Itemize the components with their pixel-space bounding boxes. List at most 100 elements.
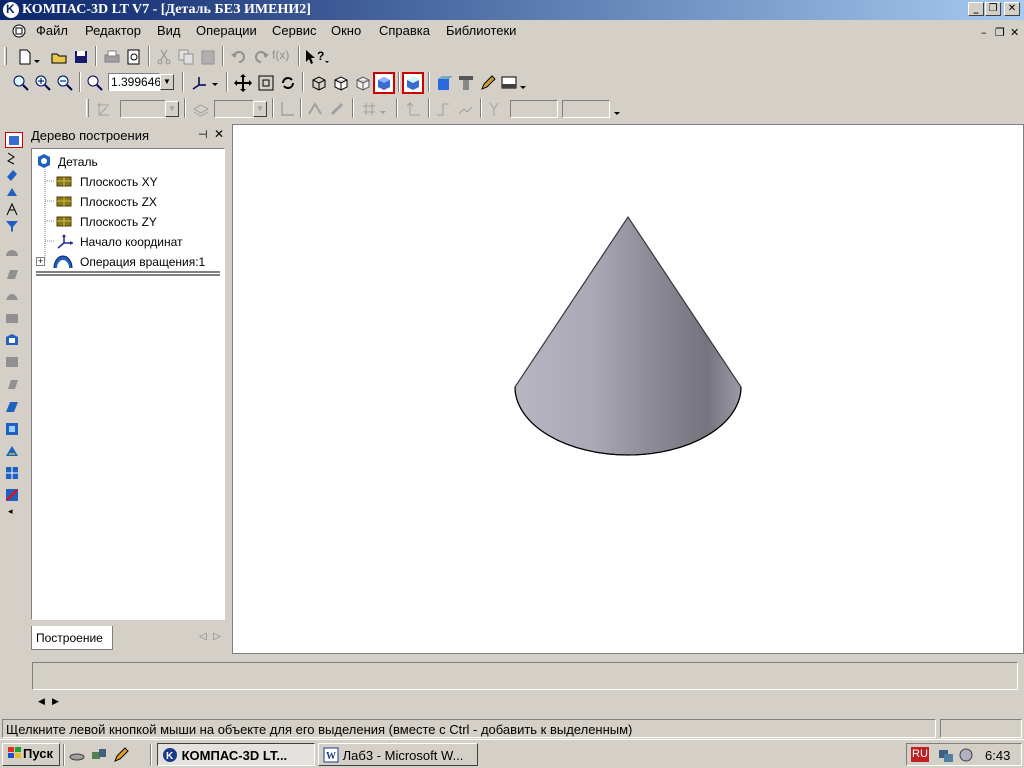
tree-node-plane-xy[interactable]: Плоскость XY <box>56 173 196 191</box>
tool-filter-icon[interactable] <box>4 218 20 234</box>
grid-icon[interactable] <box>360 100 386 118</box>
tool-loft-icon[interactable] <box>4 310 20 326</box>
tool-fillet-icon[interactable] <box>4 354 20 370</box>
print-icon[interactable] <box>103 48 121 66</box>
snap-icon[interactable] <box>94 100 112 118</box>
minimize-button[interactable]: _ <box>968 2 984 16</box>
mdi-restore-button[interactable]: ❐ <box>995 26 1005 39</box>
layer-field[interactable] <box>120 100 166 118</box>
pan-icon[interactable] <box>234 74 252 92</box>
tool-dimensions-icon[interactable] <box>4 167 20 183</box>
zoom-window-icon[interactable] <box>12 74 30 92</box>
tool-chamfer-icon[interactable] <box>4 376 20 392</box>
style-dropdown[interactable]: ▼ <box>253 101 267 117</box>
y-coordinate-field[interactable] <box>562 100 610 118</box>
tool-pattern-icon[interactable] <box>4 184 20 200</box>
orientation-axes-icon[interactable] <box>190 74 218 92</box>
tool-array-icon[interactable] <box>4 465 20 481</box>
tree-node-plane-zx[interactable]: Плоскость ZX <box>56 193 196 211</box>
perspective-icon[interactable] <box>402 72 424 94</box>
mdi-minimize-button[interactable]: – <box>981 26 987 39</box>
print-preview-icon[interactable] <box>125 48 143 66</box>
shaded-view-icon[interactable] <box>373 72 395 94</box>
ortho-icon[interactable] <box>404 100 422 118</box>
tool-cut-extrude-icon[interactable] <box>4 332 20 348</box>
tab-scroll-left[interactable]: ◁ <box>199 631 207 642</box>
cone-model[interactable] <box>233 125 1023 653</box>
task-word[interactable]: W Лаб3 - Microsoft W... <box>318 743 478 766</box>
close-button[interactable]: ✕ <box>1004 2 1020 16</box>
menu-operations[interactable]: Операции <box>196 23 257 38</box>
menu-file[interactable]: Файл <box>36 23 68 38</box>
tab-scroll-right[interactable]: ▷ <box>213 631 221 642</box>
style-field[interactable] <box>214 100 254 118</box>
quicklaunch-network-icon[interactable] <box>90 746 108 764</box>
x-coordinate-field[interactable] <box>510 100 558 118</box>
tray-volume-icon[interactable] <box>957 746 975 764</box>
language-indicator[interactable]: RU <box>911 747 929 762</box>
start-button[interactable]: Пуск <box>2 743 60 766</box>
color-display-icon[interactable] <box>435 74 453 92</box>
nav-next-button[interactable]: ▶ <box>52 696 59 707</box>
undo-icon[interactable] <box>230 48 248 66</box>
tool-extrude-icon[interactable] <box>4 244 20 260</box>
tool-spatial-curves-icon[interactable] <box>4 201 20 217</box>
tool-incline-icon[interactable] <box>4 443 20 459</box>
zoom-in-icon[interactable] <box>34 74 52 92</box>
menu-service[interactable]: Сервис <box>272 23 317 38</box>
cursor-coordinates-icon[interactable] <box>486 100 504 118</box>
layers-icon[interactable] <box>192 100 210 118</box>
tool-part-editing-icon[interactable] <box>5 132 23 148</box>
title-bar[interactable]: КОМПАС-3D LT V7 - [Деталь БЕЗ ИМЕНИ2] _ … <box>0 0 1024 20</box>
mdi-close-button[interactable]: ✕ <box>1010 26 1019 39</box>
document-menu-icon[interactable] <box>10 23 28 39</box>
thin-hidden-lines-icon[interactable] <box>354 74 372 92</box>
open-folder-icon[interactable] <box>50 48 68 66</box>
coordinates-dropdown-icon[interactable] <box>612 100 630 118</box>
pin-icon[interactable]: ⊣ <box>198 128 208 141</box>
rotate-icon[interactable] <box>279 74 297 92</box>
zoom-scale-input[interactable]: 1.399646 <box>108 73 161 91</box>
cut-icon[interactable] <box>155 48 173 66</box>
tool-rotate-op-icon[interactable] <box>4 266 20 282</box>
tool-kinematic-icon[interactable] <box>4 288 20 304</box>
tree-node-revolve-operation[interactable]: + Операция вращения:1 <box>36 253 222 271</box>
context-help-icon[interactable]: ? <box>304 48 329 66</box>
quicklaunch-drive-icon[interactable] <box>68 746 86 764</box>
zoom-scale-dropdown[interactable]: ▼ <box>160 74 174 90</box>
model-viewport[interactable] <box>232 124 1024 654</box>
restore-button[interactable]: ❐ <box>985 2 1001 16</box>
zoom-out-icon[interactable] <box>56 74 74 92</box>
more-tools-arrow-icon[interactable]: ◂ <box>8 506 24 522</box>
model-tree-icon[interactable] <box>457 74 475 92</box>
variables-fx-icon[interactable]: f(x) <box>272 48 294 66</box>
toolbar-grip[interactable] <box>4 47 7 65</box>
task-kompas[interactable]: K КОМПАС-3D LT... <box>157 743 315 766</box>
tray-network-icon[interactable] <box>937 746 955 764</box>
layer-dropdown[interactable]: ▼ <box>165 101 179 117</box>
tool-sketch-icon[interactable] <box>4 150 20 166</box>
hidden-lines-icon[interactable] <box>332 74 350 92</box>
nav-prev-button[interactable]: ◀ <box>38 696 45 707</box>
redo-icon[interactable] <box>252 48 270 66</box>
menu-view[interactable]: Вид <box>157 23 181 38</box>
tangent-icon[interactable] <box>434 100 452 118</box>
tree-root-node[interactable]: Деталь <box>36 153 156 171</box>
local-cs-icon[interactable] <box>278 100 296 118</box>
wireframe-icon[interactable] <box>310 74 328 92</box>
tab-build[interactable]: Построение <box>31 626 113 650</box>
quicklaunch-pencil-icon[interactable] <box>112 746 130 764</box>
show-all-icon[interactable] <box>257 74 275 92</box>
pencil-edit-icon[interactable] <box>479 74 497 92</box>
tool-shell-icon[interactable] <box>4 399 20 415</box>
snap-settings-icon[interactable] <box>456 100 474 118</box>
zoom-scale-icon[interactable] <box>86 74 104 92</box>
snap-magnet-icon[interactable] <box>328 100 346 118</box>
menu-window[interactable]: Окно <box>331 23 361 38</box>
snap-point-icon[interactable] <box>306 100 324 118</box>
menu-editor[interactable]: Редактор <box>85 23 141 38</box>
tool-rib-icon[interactable] <box>4 421 20 437</box>
menu-help[interactable]: Справка <box>379 23 430 38</box>
expand-toggle[interactable]: + <box>36 257 45 266</box>
tree-node-plane-zy[interactable]: Плоскость ZY <box>56 213 196 231</box>
